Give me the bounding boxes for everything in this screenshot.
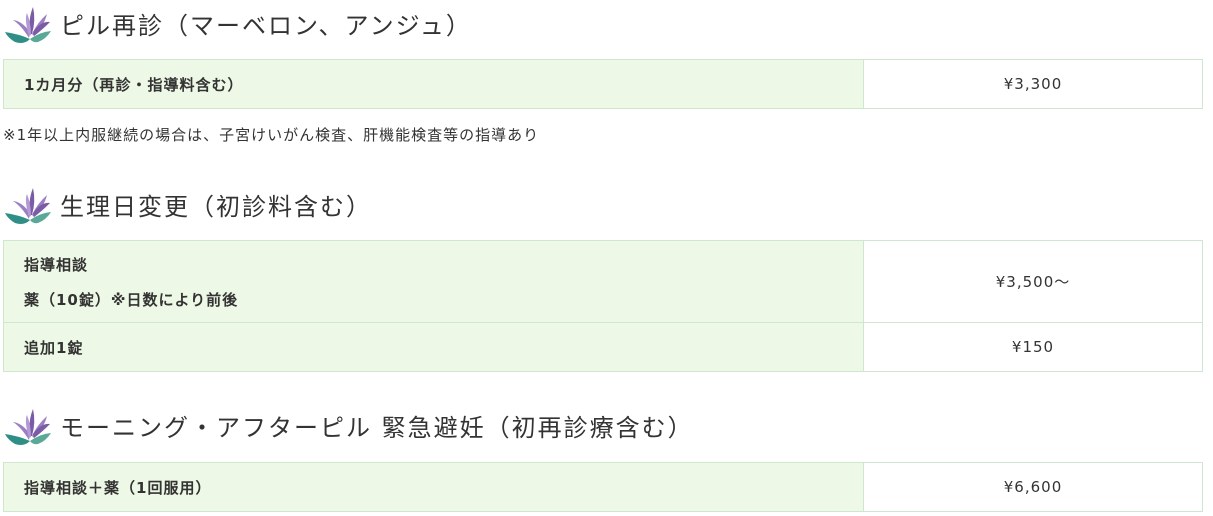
item-cell: 指導相談＋薬（1回服用） (3, 462, 864, 512)
price-table-morning-after-pill: 指導相談＋薬（1回服用） ¥6,600 (3, 462, 1203, 512)
price-cell: ¥150 (863, 322, 1203, 372)
note-text: ※1年以上内服継続の場合は、子宮けいがん検査、肝機能検査等の指導あり (3, 126, 540, 144)
section-title: モーニング・アフターピル 緊急避妊（初再診療含む） (60, 413, 694, 442)
price-cell: ¥3,500～ (863, 240, 1203, 323)
price-cell: ¥3,300 (863, 59, 1203, 109)
item-label: 薬（10錠）※日数により前後 (24, 290, 239, 309)
section-title: 生理日変更（初診料含む） (60, 192, 372, 221)
table-row: 指導相談 薬（10錠）※日数により前後 ¥3,500～ (3, 240, 1203, 323)
item-label: 指導相談＋薬（1回服用） (24, 478, 212, 497)
item-label: 追加1錠 (24, 338, 84, 357)
item-label: 1カ月分（再診・指導料含む） (24, 75, 244, 94)
section-title: ピル再診（マーベロン、アンジュ） (60, 11, 472, 40)
lily-flower-icon (3, 403, 53, 447)
price-cell: ¥6,600 (863, 462, 1203, 512)
table-row: 追加1錠 ¥150 (3, 322, 1203, 372)
item-cell: 追加1錠 (3, 322, 864, 372)
lily-flower-icon (3, 182, 53, 226)
table-row: 指導相談＋薬（1回服用） ¥6,600 (3, 462, 1203, 512)
section-heading-period-shift: 生理日変更（初診料含む） (3, 182, 372, 226)
price-table-pill-recheck: 1カ月分（再診・指導料含む） ¥3,300 (3, 59, 1203, 109)
item-cell: 1カ月分（再診・指導料含む） (3, 59, 864, 109)
table-row: 1カ月分（再診・指導料含む） ¥3,300 (3, 59, 1203, 109)
item-cell: 指導相談 薬（10錠）※日数により前後 (3, 240, 864, 323)
section-heading-pill-recheck: ピル再診（マーベロン、アンジュ） (3, 1, 472, 45)
lily-flower-icon (3, 1, 53, 45)
item-label: 指導相談 (24, 255, 89, 274)
section-heading-morning-after-pill: モーニング・アフターピル 緊急避妊（初再診療含む） (3, 403, 694, 447)
price-table-period-shift: 指導相談 薬（10錠）※日数により前後 ¥3,500～ 追加1錠 ¥150 (3, 240, 1203, 372)
